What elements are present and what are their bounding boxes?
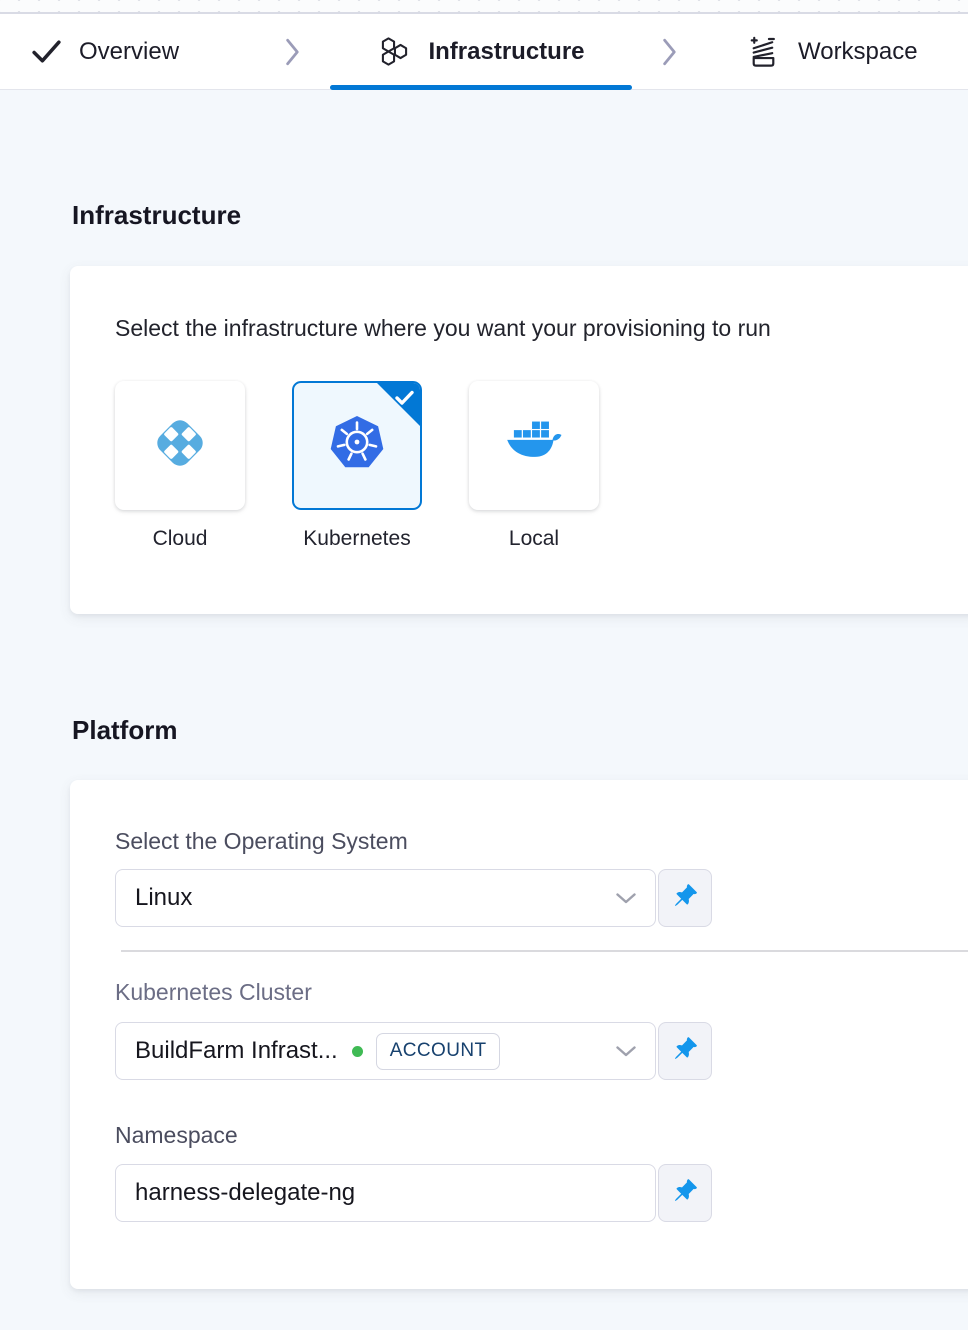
option-label-kubernetes: Kubernetes <box>292 527 422 551</box>
section-divider <box>121 950 968 952</box>
os-select[interactable]: Linux <box>115 869 656 927</box>
pushpin-icon <box>673 1036 698 1066</box>
infrastructure-option-labels: Cloud Kubernetes Local <box>115 527 935 551</box>
cluster-pin-button[interactable] <box>658 1022 712 1080</box>
namespace-row <box>115 1164 712 1222</box>
chevron-right-icon <box>255 14 330 89</box>
chevron-right-icon <box>632 14 707 89</box>
option-card-local[interactable] <box>469 381 599 510</box>
pushpin-icon <box>673 1178 698 1208</box>
option-card-kubernetes[interactable] <box>292 381 422 510</box>
os-pin-button[interactable] <box>658 869 712 927</box>
infrastructure-prompt: Select the infrastructure where you want… <box>115 315 935 342</box>
wizard-body: Infrastructure Select the infrastructure… <box>0 200 968 1289</box>
option-label-local: Local <box>469 527 599 551</box>
os-select-label: Select the Operating System <box>115 828 935 855</box>
cloud-diamond-icon <box>147 410 213 481</box>
namespace-pin-button[interactable] <box>658 1164 712 1222</box>
selected-check-icon <box>395 390 414 411</box>
hexagons-icon <box>377 34 412 69</box>
namespace-label: Namespace <box>115 1122 935 1149</box>
option-card-cloud[interactable] <box>115 381 245 510</box>
connector-status-dot <box>352 1046 363 1057</box>
infrastructure-card: Select the infrastructure where you want… <box>70 266 968 614</box>
cluster-select-label: Kubernetes Cluster <box>115 979 935 1006</box>
tab-overview-label: Overview <box>79 38 179 66</box>
os-select-row: Linux <box>115 869 712 927</box>
option-label-cloud: Cloud <box>115 527 245 551</box>
tab-workspace-label: Workspace <box>798 38 918 66</box>
cluster-select[interactable]: BuildFarm Infrast... ACCOUNT <box>115 1022 656 1080</box>
tab-workspace[interactable]: Workspace <box>707 14 968 89</box>
layer-stack-icon <box>745 33 782 70</box>
infrastructure-options <box>115 381 935 510</box>
docker-whale-icon <box>501 410 567 481</box>
platform-heading: Platform <box>72 715 968 746</box>
tab-infrastructure[interactable]: Infrastructure <box>330 14 632 89</box>
namespace-input-wrap <box>115 1164 656 1222</box>
check-icon <box>30 35 63 68</box>
tab-overview[interactable]: Overview <box>0 14 255 89</box>
chevron-down-icon <box>615 1045 637 1058</box>
tab-infrastructure-label: Infrastructure <box>428 38 584 66</box>
os-select-value: Linux <box>135 884 192 912</box>
platform-card: Select the Operating System Linux Kubern… <box>70 780 968 1289</box>
cluster-select-value: BuildFarm Infrast... <box>135 1037 338 1065</box>
cluster-select-row: BuildFarm Infrast... ACCOUNT <box>115 1022 712 1080</box>
scope-badge: ACCOUNT <box>376 1033 501 1070</box>
chevron-down-icon <box>615 892 637 905</box>
wizard-tabbar: Overview Infrastructure <box>0 14 968 90</box>
infrastructure-heading: Infrastructure <box>72 200 968 231</box>
pushpin-icon <box>673 883 698 913</box>
namespace-input[interactable] <box>135 1179 637 1207</box>
window-edge-dotted-strip <box>0 0 968 14</box>
